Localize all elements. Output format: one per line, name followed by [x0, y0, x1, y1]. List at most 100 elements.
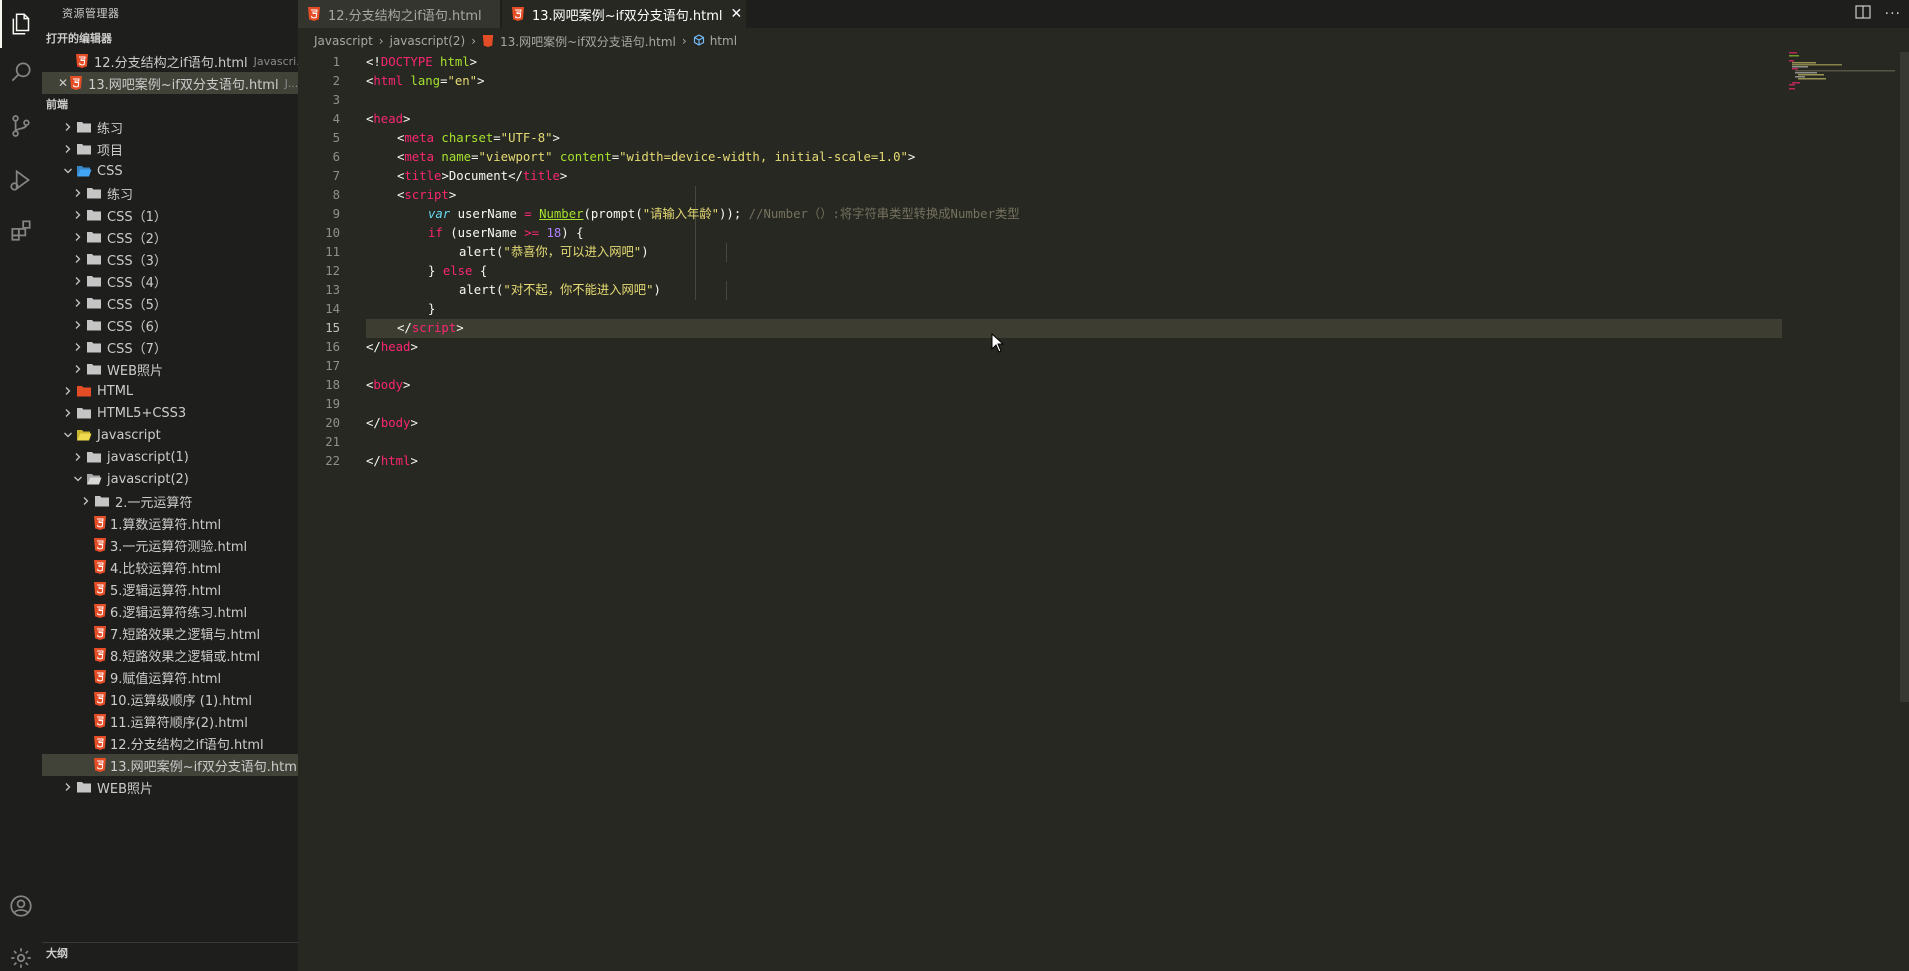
folder-icon — [86, 339, 102, 355]
chevron-right-icon — [70, 361, 86, 377]
open-editor-desc: J... — [284, 76, 298, 90]
activity-bar — [0, 0, 42, 971]
breadcrumb-folder[interactable]: javascript(2) — [390, 34, 466, 48]
css-folder-icon — [76, 163, 92, 179]
tree-folder-html5-css3[interactable]: HTML5+CSS3 — [42, 402, 298, 424]
code-line: 5 <meta charset="UTF-8"> — [332, 131, 560, 145]
tree-file[interactable]: 7.短路效果之逻辑与.html — [42, 622, 298, 644]
split-editor-icon[interactable] — [1855, 5, 1871, 23]
breadcrumb-file[interactable]: 13.网吧案例~if双分支语句.html — [500, 33, 676, 50]
account-icon[interactable] — [0, 882, 42, 930]
tree-file[interactable]: 4.比较运算符.html — [42, 556, 298, 578]
tree-folder-css[interactable]: CSS — [42, 160, 298, 182]
extensions-icon[interactable] — [0, 206, 42, 254]
code-line: 4 <head> — [332, 112, 411, 126]
tree-file[interactable]: 10.运算级顺序 (1).html — [42, 688, 298, 710]
explorer-icon[interactable] — [0, 0, 42, 48]
tree-file[interactable]: 8.短路效果之逻辑或.html — [42, 644, 298, 666]
code-line: 22 </html> — [325, 454, 418, 468]
code-line: 19 — [325, 397, 340, 411]
html5-icon — [94, 670, 106, 684]
tree-folder-javascript-1[interactable]: javascript(1) — [42, 446, 298, 468]
search-icon[interactable] — [0, 48, 42, 96]
code-line: 17 — [325, 359, 340, 373]
code-line: 7 <title>Document</title> — [332, 169, 568, 183]
vertical-scrollbar[interactable] — [1900, 52, 1909, 702]
tree-folder-unary-operators[interactable]: 2.一元运算符 — [42, 490, 298, 512]
tree-file-selected[interactable]: 13.网吧案例~if双分支语句.html — [42, 754, 298, 776]
code-line: 18 <body> — [325, 378, 411, 392]
open-editors-header[interactable]: 打开的编辑器 — [42, 28, 298, 50]
code-editor[interactable]: 1 <!DOCTYPE html> 2 <html lang="en"> 3 4 <h… — [298, 53, 1909, 971]
workspace-header[interactable]: 前端 — [42, 94, 298, 116]
tab-bar: 12.分支结构之if语句.html 13.网吧案例~if双分支语句.html ✕… — [298, 0, 1909, 28]
tree-folder-css-practice[interactable]: 练习 — [42, 182, 298, 204]
open-editor-item-active[interactable]: ✕ 13.网吧案例~if双分支语句.html J... — [42, 72, 298, 94]
close-icon[interactable]: ✕ — [58, 76, 68, 90]
tab-label: 12.分支结构之if语句.html — [328, 8, 482, 24]
tree-item-label: javascript(2) — [107, 471, 189, 487]
tree-folder-css-5[interactable]: CSS（5） — [42, 292, 298, 314]
breadcrumb-folder[interactable]: Javascript — [314, 34, 373, 48]
open-editor-item[interactable]: 12.分支结构之if语句.html Javascri... — [42, 50, 298, 72]
html5-icon — [70, 76, 83, 90]
tab-internet-cafe[interactable]: 13.网吧案例~if双分支语句.html ✕ — [502, 0, 746, 28]
open-editor-name: 13.网吧案例~if双分支语句.html — [88, 77, 279, 93]
tree-file[interactable]: 6.逻辑运算符练习.html — [42, 600, 298, 622]
open-editor-desc: Javascri... — [253, 54, 298, 68]
chevron-right-icon: › — [378, 34, 384, 48]
tree-folder-css-1[interactable]: CSS（1） — [42, 204, 298, 226]
tree-file[interactable]: 5.逻辑运算符.html — [42, 578, 298, 600]
editor-actions: ··· — [1855, 0, 1901, 28]
tree-folder-javascript[interactable]: Javascript — [42, 424, 298, 446]
tree-file[interactable]: 1.算数运算符.html — [42, 512, 298, 534]
chevron-down-icon — [70, 471, 86, 487]
html5-icon — [308, 7, 320, 21]
html5-icon — [94, 736, 106, 750]
folder-icon — [76, 141, 92, 157]
tree-file[interactable]: 11.运算符顺序(2).html — [42, 710, 298, 732]
tree-folder-css-3[interactable]: CSS（3） — [42, 248, 298, 270]
folder-icon — [86, 317, 102, 333]
tree-folder-css-6[interactable]: CSS（6） — [42, 314, 298, 336]
tree-item-label: 练习 — [107, 187, 134, 203]
tree-folder-projects[interactable]: 项目 — [42, 138, 298, 160]
chevron-right-icon — [60, 141, 76, 157]
tree-item-label: 11.运算符顺序(2).html — [110, 715, 248, 731]
folder-open-icon — [86, 471, 102, 487]
tree-folder-javascript-2[interactable]: javascript(2) — [42, 468, 298, 490]
tree-item-label: CSS（4） — [107, 275, 167, 291]
code-line: 16 </head> — [325, 340, 418, 354]
html5-icon — [94, 714, 106, 728]
tree-file[interactable]: 12.分支结构之if语句.html — [42, 732, 298, 754]
chevron-right-icon: › — [471, 34, 477, 48]
breadcrumb-symbol[interactable]: html — [710, 34, 737, 48]
folder-icon — [86, 185, 102, 201]
tree-folder-web-photos[interactable]: WEB照片 — [42, 776, 298, 798]
explorer-sidebar: 资源管理器 打开的编辑器 12.分支结构之if语句.html Javascri.… — [42, 0, 298, 971]
folder-icon — [94, 493, 110, 509]
code-line: 3 — [332, 93, 340, 107]
tree-item-label: 1.算数运算符.html — [110, 517, 222, 533]
code-line: 20 </body> — [325, 416, 418, 430]
source-control-icon[interactable] — [0, 102, 42, 150]
minimap[interactable] — [1789, 52, 1899, 92]
chevron-right-icon: › — [681, 34, 687, 48]
tab-if-statement[interactable]: 12.分支结构之if语句.html — [298, 0, 500, 28]
tree-item-label: Javascript — [97, 427, 161, 443]
tree-folder-css-4[interactable]: CSS（4） — [42, 270, 298, 292]
tree-file[interactable]: 3.一元运算符测验.html — [42, 534, 298, 556]
tree-folder-css-7[interactable]: CSS（7） — [42, 336, 298, 358]
settings-gear-icon[interactable] — [0, 934, 42, 971]
run-debug-icon[interactable] — [0, 156, 42, 204]
tree-item-label: 9.赋值运算符.html — [110, 671, 222, 687]
outline-section[interactable]: 大纲 — [42, 942, 298, 966]
tree-folder-html[interactable]: HTML — [42, 380, 298, 402]
tree-folder-css-2[interactable]: CSS（2） — [42, 226, 298, 248]
tree-folder-practice[interactable]: 练习 — [42, 116, 298, 138]
tree-file[interactable]: 9.赋值运算符.html — [42, 666, 298, 688]
tree-folder-css-web-photos[interactable]: WEB照片 — [42, 358, 298, 380]
tree-item-label: HTML5+CSS3 — [97, 405, 187, 421]
more-actions-icon[interactable]: ··· — [1885, 6, 1901, 22]
close-icon[interactable]: ✕ — [731, 6, 743, 22]
